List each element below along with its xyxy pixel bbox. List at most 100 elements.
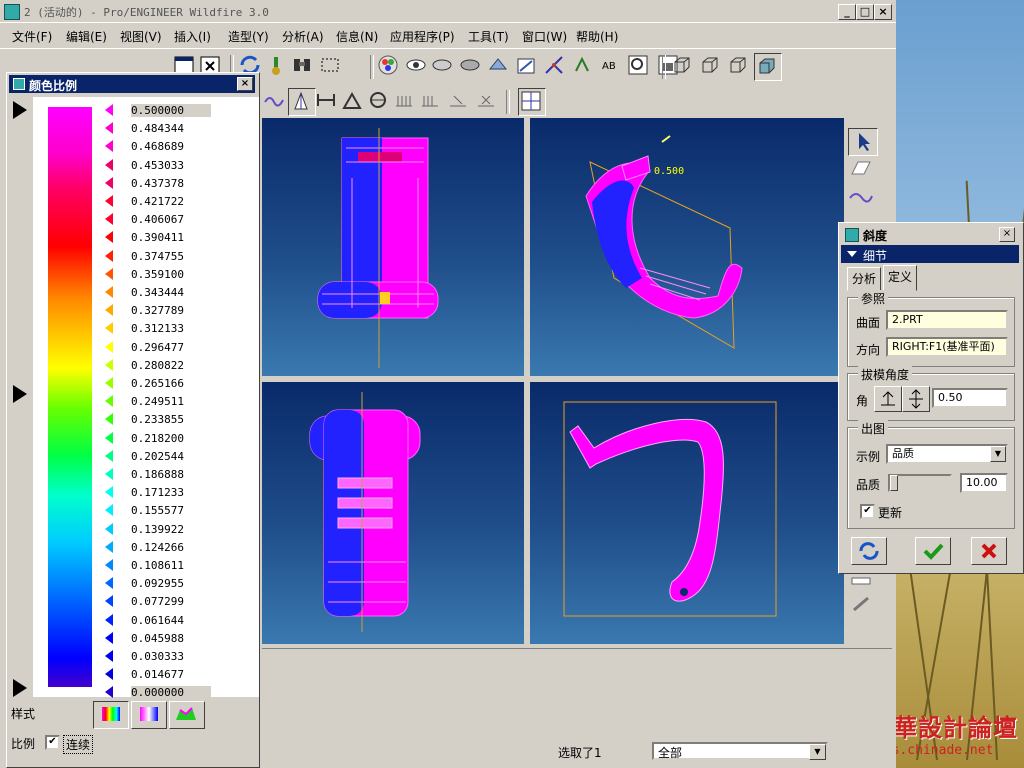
link-icon[interactable] — [848, 592, 876, 618]
scale-tick-marker[interactable] — [105, 195, 113, 207]
menu-view[interactable]: 视图(V) — [120, 28, 162, 45]
surface-style-icon[interactable] — [169, 701, 205, 729]
menu-info[interactable]: 信息(N) — [336, 28, 378, 45]
scale-tick-marker[interactable] — [105, 486, 113, 499]
scale-tick-marker[interactable] — [105, 140, 113, 153]
menu-help[interactable]: 帮助(H) — [576, 28, 618, 45]
grid-icon[interactable] — [518, 88, 546, 116]
scale-tick-marker[interactable] — [105, 522, 113, 535]
viewport-front[interactable] — [262, 118, 524, 376]
scale-tick-marker[interactable] — [105, 231, 113, 244]
layer-icon[interactable] — [458, 53, 484, 79]
scale-tick-marker[interactable] — [105, 267, 113, 280]
tab-definition[interactable]: 定义 — [883, 265, 918, 291]
menu-tools[interactable]: 工具(T) — [468, 28, 509, 45]
scale-tick-marker[interactable] — [105, 504, 113, 517]
scale-tick-marker[interactable] — [105, 540, 113, 553]
direction-field[interactable]: RIGHT:F1(基准平面) — [886, 337, 1008, 357]
viewport-back[interactable] — [262, 382, 524, 644]
scale-tick-marker[interactable] — [105, 213, 113, 226]
menu-edit[interactable]: 编辑(E) — [66, 28, 107, 45]
draft-direction-both-icon[interactable] — [902, 386, 930, 412]
scale-tick-marker[interactable] — [105, 686, 113, 699]
top-pointer[interactable] — [13, 101, 27, 119]
axis-icon[interactable] — [542, 53, 568, 79]
quality-slider-thumb[interactable] — [890, 475, 898, 491]
zoom-icon[interactable] — [626, 53, 652, 79]
wireframe-icon[interactable] — [670, 53, 696, 79]
scale-tick-marker[interactable] — [105, 340, 113, 353]
point-icon[interactable] — [570, 53, 596, 79]
curve-icon[interactable] — [262, 88, 288, 114]
close-button[interactable]: × — [874, 4, 892, 20]
scale-tick-marker[interactable] — [105, 413, 113, 426]
viewport-isometric[interactable]: 0.500 — [530, 118, 844, 376]
scale-tick-marker[interactable] — [105, 249, 113, 262]
chevron-down-icon[interactable]: ▼ — [990, 446, 1006, 462]
menu-applications[interactable]: 应用程序(P) — [390, 28, 455, 45]
scale-tick-marker[interactable] — [105, 322, 113, 335]
scale-tick-marker[interactable] — [105, 468, 113, 480]
hide-icon[interactable] — [430, 53, 456, 79]
menu-analysis[interactable]: 分析(A) — [282, 28, 324, 45]
maximize-button[interactable]: □ — [856, 4, 874, 20]
scale-tick-marker[interactable] — [105, 613, 113, 626]
continuous-checkbox[interactable]: ✔ — [45, 735, 60, 750]
recompute-button[interactable] — [851, 537, 887, 565]
scale-tick-marker[interactable] — [105, 122, 113, 135]
scale-tick-marker[interactable] — [105, 595, 113, 608]
appearance-icon[interactable] — [376, 53, 402, 79]
measure-icon[interactable] — [314, 88, 340, 114]
no-hidden-icon[interactable] — [726, 53, 752, 79]
scale-tick-marker[interactable] — [105, 559, 113, 571]
menu-insert[interactable]: 插入(I) — [174, 28, 211, 45]
curvature-icon[interactable] — [446, 88, 472, 114]
menu-window[interactable]: 窗口(W) — [522, 28, 567, 45]
close-icon[interactable]: × — [999, 227, 1015, 242]
gradient-style-icon[interactable] — [131, 701, 167, 729]
middle-pointer[interactable] — [13, 385, 27, 403]
scale-tick-marker[interactable] — [105, 395, 113, 408]
select-box-icon[interactable] — [318, 53, 344, 79]
minimize-button[interactable]: _ — [838, 4, 856, 20]
surface-field[interactable]: 2.PRT — [886, 310, 1008, 330]
close-icon[interactable]: × — [237, 77, 253, 91]
coord-icon[interactable]: AB — [598, 53, 624, 79]
spin-icon[interactable] — [486, 53, 512, 79]
curve-tool-icon[interactable] — [848, 184, 876, 210]
scale-tick-marker[interactable] — [105, 377, 113, 389]
select-arrow-icon[interactable] — [848, 128, 878, 156]
sketch-icon[interactable] — [518, 53, 544, 79]
scale-tick-marker[interactable] — [105, 158, 113, 171]
scale-tick-marker[interactable] — [105, 176, 113, 189]
bottom-pointer[interactable] — [13, 679, 27, 697]
detail-section-header[interactable]: 细节 — [841, 245, 1019, 263]
update-checkbox[interactable]: ✔ — [860, 504, 875, 519]
quality-field[interactable]: 10.00 — [960, 473, 1008, 493]
menu-style[interactable]: 造型(Y) — [228, 28, 269, 45]
tab-analysis[interactable]: 分析 — [847, 267, 882, 291]
filter-dropdown[interactable]: 全部 ▼ — [652, 742, 828, 760]
scale-tick-marker[interactable] — [105, 668, 113, 681]
sample-dropdown[interactable]: 品质 ▼ — [886, 444, 1008, 464]
angle-icon[interactable] — [340, 88, 366, 114]
menu-file[interactable]: 文件(F) — [12, 28, 52, 45]
search-icon[interactable] — [290, 53, 316, 79]
draft-analysis-icon[interactable] — [288, 88, 316, 116]
angle-field[interactable]: 0.50 — [932, 388, 1008, 408]
draft-direction-up-icon[interactable] — [874, 386, 902, 412]
radius-icon[interactable] — [366, 88, 392, 114]
scale-tick-marker[interactable] — [105, 577, 113, 590]
hidden-line-icon[interactable] — [698, 53, 724, 79]
deviation-icon[interactable] — [474, 88, 500, 114]
mass-icon[interactable] — [392, 88, 418, 114]
rainbow-style-icon[interactable] — [93, 701, 129, 729]
scale-tick-marker[interactable] — [105, 631, 113, 644]
scale-tick-marker[interactable] — [105, 449, 113, 462]
plane-icon[interactable] — [848, 156, 876, 182]
param-icon[interactable] — [264, 53, 290, 79]
scale-tick-marker[interactable] — [105, 304, 113, 317]
scale-tick-marker[interactable] — [105, 286, 113, 298]
quality-slider[interactable] — [888, 474, 952, 492]
ok-button[interactable] — [915, 537, 951, 565]
